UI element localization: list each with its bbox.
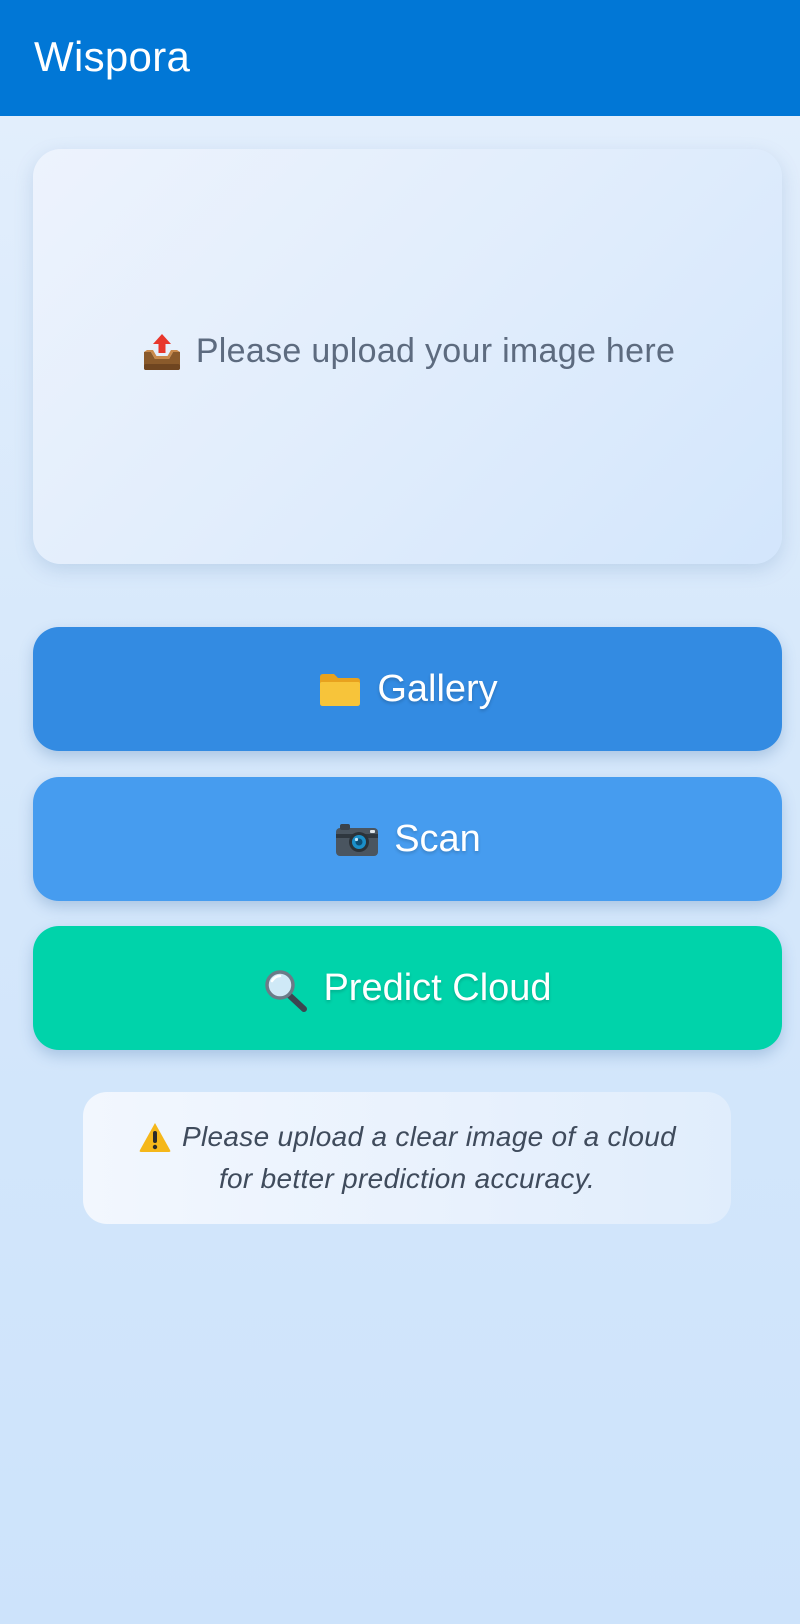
folder-icon — [317, 669, 363, 709]
gallery-button[interactable]: Gallery — [33, 627, 782, 751]
predict-cloud-button-label: Predict Cloud — [323, 966, 552, 1009]
upload-tip-notice: Please upload a clear image of a cloud f… — [83, 1092, 731, 1224]
scan-button-label: Scan — [394, 817, 481, 860]
upload-prompt: Please upload your image here — [140, 332, 675, 372]
notice-text-line-1: Please upload a clear image of a cloud — [182, 1121, 676, 1152]
app-title: Wispora — [34, 33, 191, 80]
scan-button[interactable]: Scan — [33, 777, 782, 901]
image-upload-area[interactable]: Please upload your image here — [33, 149, 782, 564]
warning-icon — [138, 1121, 172, 1153]
notice-line-1: Please upload a clear image of a cloud — [138, 1116, 676, 1158]
camera-icon — [334, 819, 380, 859]
upload-prompt-text: Please upload your image here — [195, 332, 676, 370]
outbox-tray-icon — [140, 332, 184, 372]
app-bar: Wispora — [0, 0, 800, 116]
gallery-button-label: Gallery — [377, 667, 498, 710]
predict-cloud-button[interactable]: Predict Cloud — [33, 926, 782, 1050]
notice-text-line-2: for better prediction accuracy. — [218, 1163, 596, 1194]
magnifier-icon — [263, 968, 309, 1012]
